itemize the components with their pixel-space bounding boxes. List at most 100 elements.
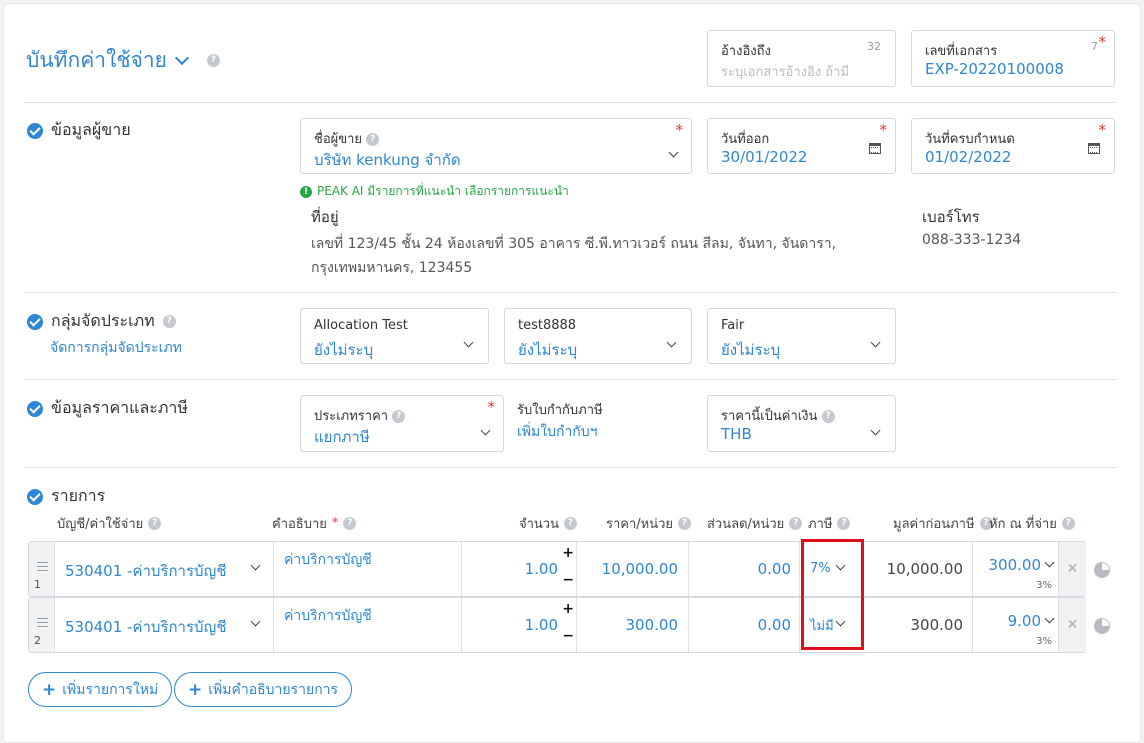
remove-row-button[interactable]: ✕ xyxy=(1059,598,1086,652)
calendar-icon[interactable] xyxy=(869,143,881,154)
chevron-down-icon[interactable] xyxy=(1044,557,1055,568)
required-icon: * xyxy=(487,398,496,416)
qty-stepper[interactable]: 1.00 + − xyxy=(462,598,577,652)
chevron-down-icon[interactable] xyxy=(174,50,190,65)
price-input[interactable]: 10,000.00 xyxy=(577,542,689,596)
help-icon[interactable]: ? xyxy=(392,410,406,423)
vendor-select[interactable]: ชื่อผู้ขาย ? * บริษัท kenkung จำกัด xyxy=(300,118,692,174)
pie-chart-icon[interactable] xyxy=(1094,618,1110,634)
plus-icon: + xyxy=(188,679,203,700)
help-icon[interactable]: ? xyxy=(162,315,176,328)
items-section-title: รายการ xyxy=(51,486,106,505)
chevron-down-icon[interactable] xyxy=(666,337,677,348)
currency-select[interactable]: ราคานี้เป็นค่าเงิน ? THB xyxy=(707,395,896,452)
remove-row-button[interactable]: ✕ xyxy=(1059,542,1086,596)
doc-number-field[interactable]: เลขที่เอกสาร 7 * EXP-20220100008 xyxy=(911,30,1115,87)
chevron-down-icon[interactable] xyxy=(250,616,261,627)
reference-input[interactable]: ระบุเอกสารอ้างอิง ถ้ามี xyxy=(721,61,849,82)
help-icon[interactable]: ? xyxy=(837,517,851,530)
description-input[interactable]: ค่าบริการบัญชี xyxy=(274,542,462,596)
help-icon[interactable]: ? xyxy=(564,517,577,530)
column-header-qty: จำนวน? xyxy=(519,513,577,534)
discount-value: 0.00 xyxy=(757,560,791,578)
issue-date-input[interactable]: 30/01/2022 xyxy=(721,148,807,166)
account-value: 530401 -ค่าบริการบัญชี xyxy=(65,562,227,580)
check-circle-icon xyxy=(27,313,43,330)
decrement-icon[interactable]: − xyxy=(562,628,574,644)
help-icon[interactable]: ? xyxy=(148,517,162,530)
qty-value: 1.00 xyxy=(524,560,558,578)
page-title[interactable]: บันทึกค่าใช้จ่าย ? xyxy=(26,44,220,77)
phone-value: 088-333-1234 xyxy=(922,232,1022,248)
qty-stepper[interactable]: 1.00 + − xyxy=(462,542,577,596)
group-section-title: กลุ่มจัดประเภท xyxy=(51,311,155,330)
due-date-field[interactable]: วันที่ครบกำหนด * 01/02/2022 xyxy=(911,118,1115,174)
decrement-icon[interactable]: − xyxy=(562,572,574,588)
add-tax-invoice-link[interactable]: เพิ่มใบกำกับฯ xyxy=(517,421,598,443)
help-icon[interactable]: ? xyxy=(207,54,220,67)
price-type-select[interactable]: ประเภทราคา ? * แยกภาษี xyxy=(300,395,504,452)
chevron-down-icon[interactable] xyxy=(870,337,881,348)
group-select-3[interactable]: Fair ยังไม่ระบุ xyxy=(707,308,896,364)
chevron-down-icon[interactable] xyxy=(668,147,679,158)
due-date-label: วันที่ครบกำหนด xyxy=(925,132,1015,147)
required-icon: * xyxy=(331,516,339,531)
drag-handle-icon[interactable] xyxy=(37,562,48,571)
description-input[interactable]: ค่าบริการบัญชี xyxy=(274,598,462,652)
discount-input[interactable]: 0.00 xyxy=(689,542,800,596)
manage-groups-link[interactable]: จัดการกลุ่มจัดประเภท xyxy=(50,337,182,359)
account-select[interactable]: 530401 -ค่าบริการบัญชี xyxy=(55,542,274,596)
price-section-title: ข้อมูลราคาและภาษี xyxy=(51,398,188,417)
vendor-value: บริษัท kenkung จำกัด xyxy=(314,151,461,169)
reference-field[interactable]: อ้างอิงถึง 32 ระบุเอกสารอ้างอิง ถ้ามี xyxy=(707,30,896,87)
discount-input[interactable]: 0.00 xyxy=(689,598,800,652)
add-item-button[interactable]: + เพิ่มรายการใหม่ xyxy=(28,672,173,707)
increment-icon[interactable]: + xyxy=(562,601,574,617)
vendor-section-heading: ข้อมูลผู้ขาย xyxy=(27,118,131,143)
group-select-2[interactable]: test8888 ยังไม่ระบุ xyxy=(504,308,692,364)
chevron-down-icon[interactable] xyxy=(1044,613,1055,624)
pie-chart-icon[interactable] xyxy=(1094,562,1110,578)
chevron-down-icon[interactable] xyxy=(463,337,474,348)
account-select[interactable]: 530401 -ค่าบริการบัญชี xyxy=(55,598,274,652)
chevron-down-icon[interactable] xyxy=(250,560,261,571)
chevron-down-icon[interactable] xyxy=(870,425,881,436)
plus-icon: + xyxy=(42,679,57,700)
doc-number-input[interactable]: EXP-20220100008 xyxy=(925,60,1064,78)
row-drag-handle[interactable]: 2 xyxy=(29,598,55,652)
help-icon[interactable]: ? xyxy=(1061,517,1075,530)
reference-label: อ้างอิงถึง xyxy=(721,44,771,59)
doc-number-label: เลขที่เอกสาร xyxy=(925,44,998,59)
add-description-label: เพิ่มคำอธิบายรายการ xyxy=(208,681,339,698)
vendor-label: ชื่อผู้ขาย ? xyxy=(314,128,380,149)
wht-select[interactable]: 300.00 3% xyxy=(973,542,1059,596)
wht-select[interactable]: 9.00 3% xyxy=(973,598,1059,652)
price-section-heading: ข้อมูลราคาและภาษี xyxy=(27,396,188,421)
ai-suggestion-text[interactable]: PEAK AI มีรายการที่แนะนำ เลือกรายการแนะน… xyxy=(317,182,569,201)
phone-label: เบอร์โทร xyxy=(922,208,980,226)
wht-rate: 3% xyxy=(1036,580,1052,591)
due-date-input[interactable]: 01/02/2022 xyxy=(925,148,1011,166)
issue-date-field[interactable]: วันที่ออก * 30/01/2022 xyxy=(707,118,896,174)
help-icon[interactable]: ? xyxy=(366,133,380,146)
drag-handle-icon[interactable] xyxy=(37,618,48,627)
page-title-text: บันทึกค่าใช้จ่าย xyxy=(26,48,167,72)
add-description-button[interactable]: + เพิ่มคำอธิบายรายการ xyxy=(174,672,353,707)
chevron-down-icon[interactable] xyxy=(480,425,491,436)
tax-invoice-label: รับใบกำกับภาษี xyxy=(517,403,603,418)
address-line1: เลขที่ 123/45 ชั้น 24 ห้องเลขที่ 305 อาค… xyxy=(311,236,837,252)
ai-suggestion-hint[interactable]: ! PEAK AI มีรายการที่แนะนำ เลือกรายการแน… xyxy=(300,182,569,201)
help-icon[interactable]: ? xyxy=(678,517,692,530)
help-icon[interactable]: ? xyxy=(789,517,803,530)
divider xyxy=(24,379,1116,380)
help-icon[interactable]: ? xyxy=(343,517,357,530)
increment-icon[interactable]: + xyxy=(562,545,574,561)
column-header-wht: หัก ณ ที่จ่าย? xyxy=(989,513,1075,534)
row-drag-handle[interactable]: 1 xyxy=(29,542,55,596)
calendar-icon[interactable] xyxy=(1088,143,1100,154)
doc-number-counter: 7 xyxy=(1091,40,1098,53)
help-icon[interactable]: ? xyxy=(821,410,835,423)
group-select-1[interactable]: Allocation Test ยังไม่ระบุ xyxy=(300,308,489,364)
price-input[interactable]: 300.00 xyxy=(577,598,689,652)
check-circle-icon xyxy=(27,122,43,139)
